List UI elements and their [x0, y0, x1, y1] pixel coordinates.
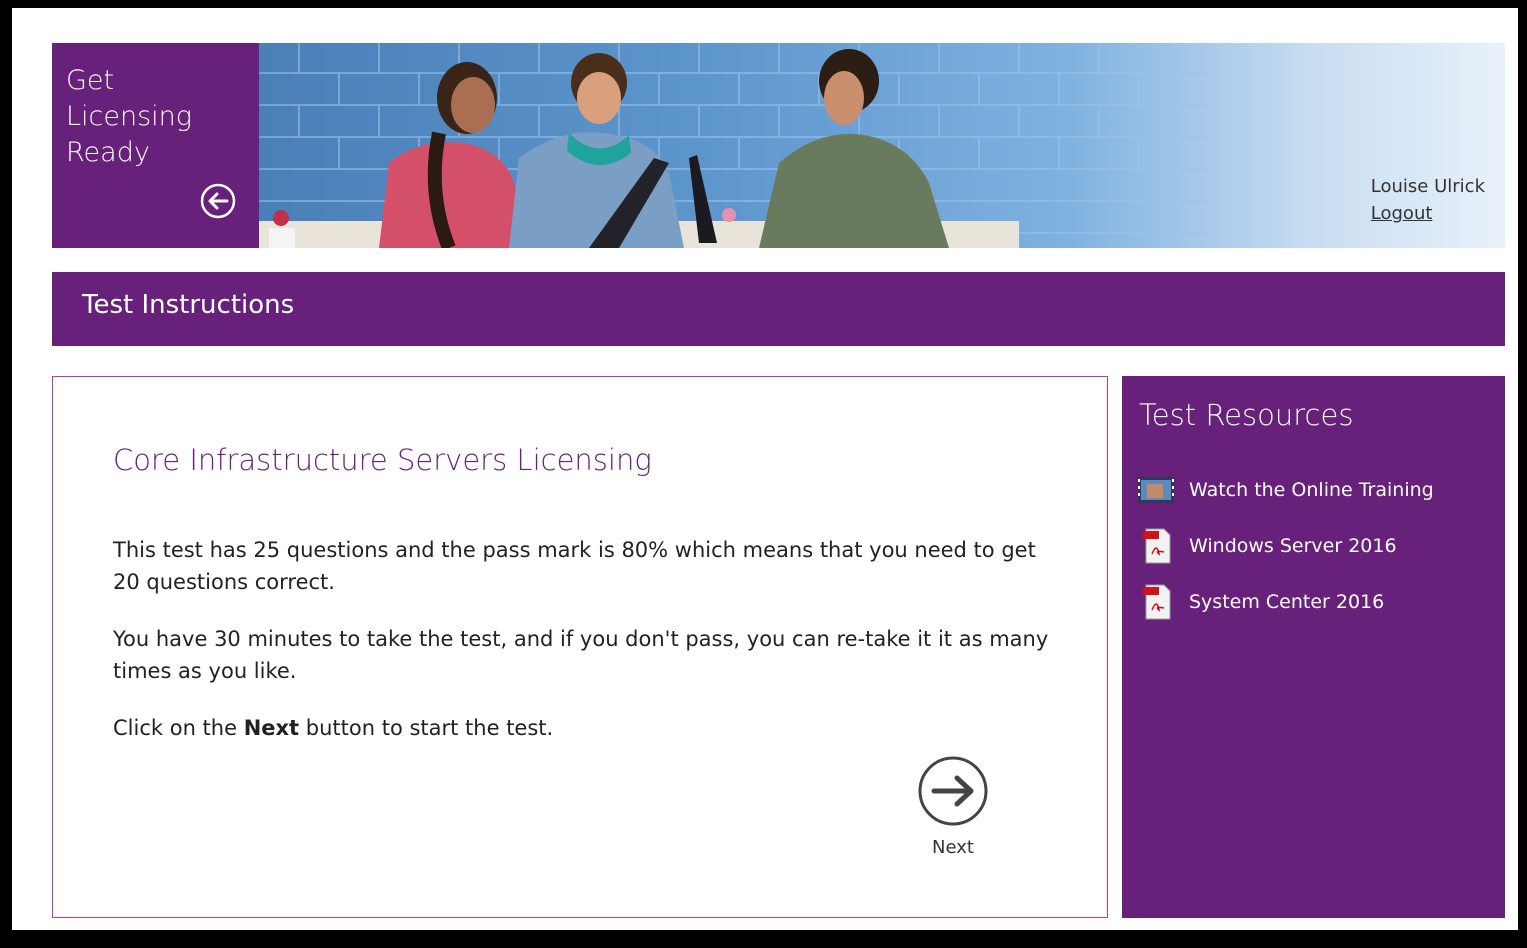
- test-resources-panel: Test Resources Watch the Online Training…: [1122, 376, 1505, 918]
- banner-photo: [259, 43, 1209, 248]
- resource-label: System Center 2016: [1189, 591, 1385, 613]
- page-title: Test Instructions: [82, 290, 295, 320]
- next-button-label: Next: [932, 837, 974, 858]
- arrow-left-circle-icon: [200, 183, 236, 219]
- app-title-line-3: Ready: [66, 137, 150, 168]
- resources-list: Watch the Online Training Windows Server…: [1137, 462, 1497, 630]
- header-banner: Louise Ulrick Logout: [259, 43, 1505, 248]
- resource-label: Windows Server 2016: [1189, 535, 1397, 557]
- resource-item-system-center[interactable]: System Center 2016: [1137, 574, 1497, 630]
- page-title-bar: Test Instructions: [52, 272, 1505, 346]
- user-name: Louise Ulrick: [1370, 176, 1485, 197]
- brand-panel: Get Licensing Ready: [52, 43, 259, 248]
- instruction-text-suffix: button to start the test.: [299, 716, 554, 740]
- app-title-line-1: Get: [66, 65, 115, 96]
- back-button[interactable]: [200, 183, 236, 219]
- resources-title: Test Resources: [1139, 398, 1354, 432]
- app-title-line-2: Licensing: [66, 101, 192, 132]
- next-button[interactable]: Next: [913, 755, 993, 858]
- instructions-panel: Core Infrastructure Servers Licensing Th…: [52, 376, 1108, 918]
- resource-label: Watch the Online Training: [1189, 479, 1434, 501]
- pdf-icon: [1143, 528, 1171, 564]
- instruction-text-prefix: Click on the: [113, 716, 244, 740]
- video-icon: [1138, 477, 1174, 503]
- resource-item-windows-server[interactable]: Windows Server 2016: [1137, 518, 1497, 574]
- instruction-paragraph-2: You have 30 minutes to take the test, an…: [113, 627, 1049, 683]
- pdf-icon: [1143, 584, 1171, 620]
- user-info: Louise Ulrick Logout: [1371, 173, 1485, 227]
- logout-link[interactable]: Logout: [1371, 200, 1485, 227]
- app-title: Get Licensing Ready: [66, 63, 246, 171]
- arrow-right-circle-icon: [918, 756, 988, 826]
- instruction-text-bold: Next: [243, 716, 300, 740]
- resource-item-online-training[interactable]: Watch the Online Training: [1137, 462, 1497, 518]
- instruction-paragraph-1: This test has 25 questions and the pass …: [113, 538, 1036, 594]
- page-container: Get Licensing Ready Louise Ulrick Logout…: [12, 8, 1518, 930]
- course-title: Core Infrastructure Servers Licensing: [113, 443, 652, 477]
- instruction-paragraph-3: Click on the Next button to start the te…: [113, 712, 1053, 744]
